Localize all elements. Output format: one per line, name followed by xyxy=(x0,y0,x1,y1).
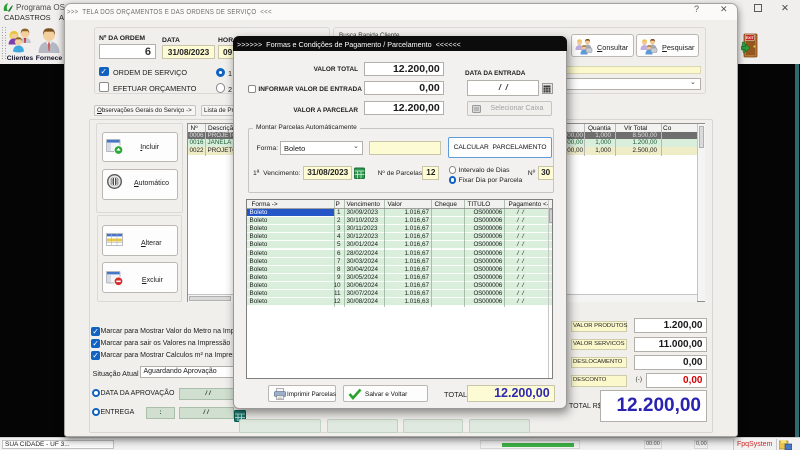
svg-text:EXIT: EXIT xyxy=(746,36,755,40)
